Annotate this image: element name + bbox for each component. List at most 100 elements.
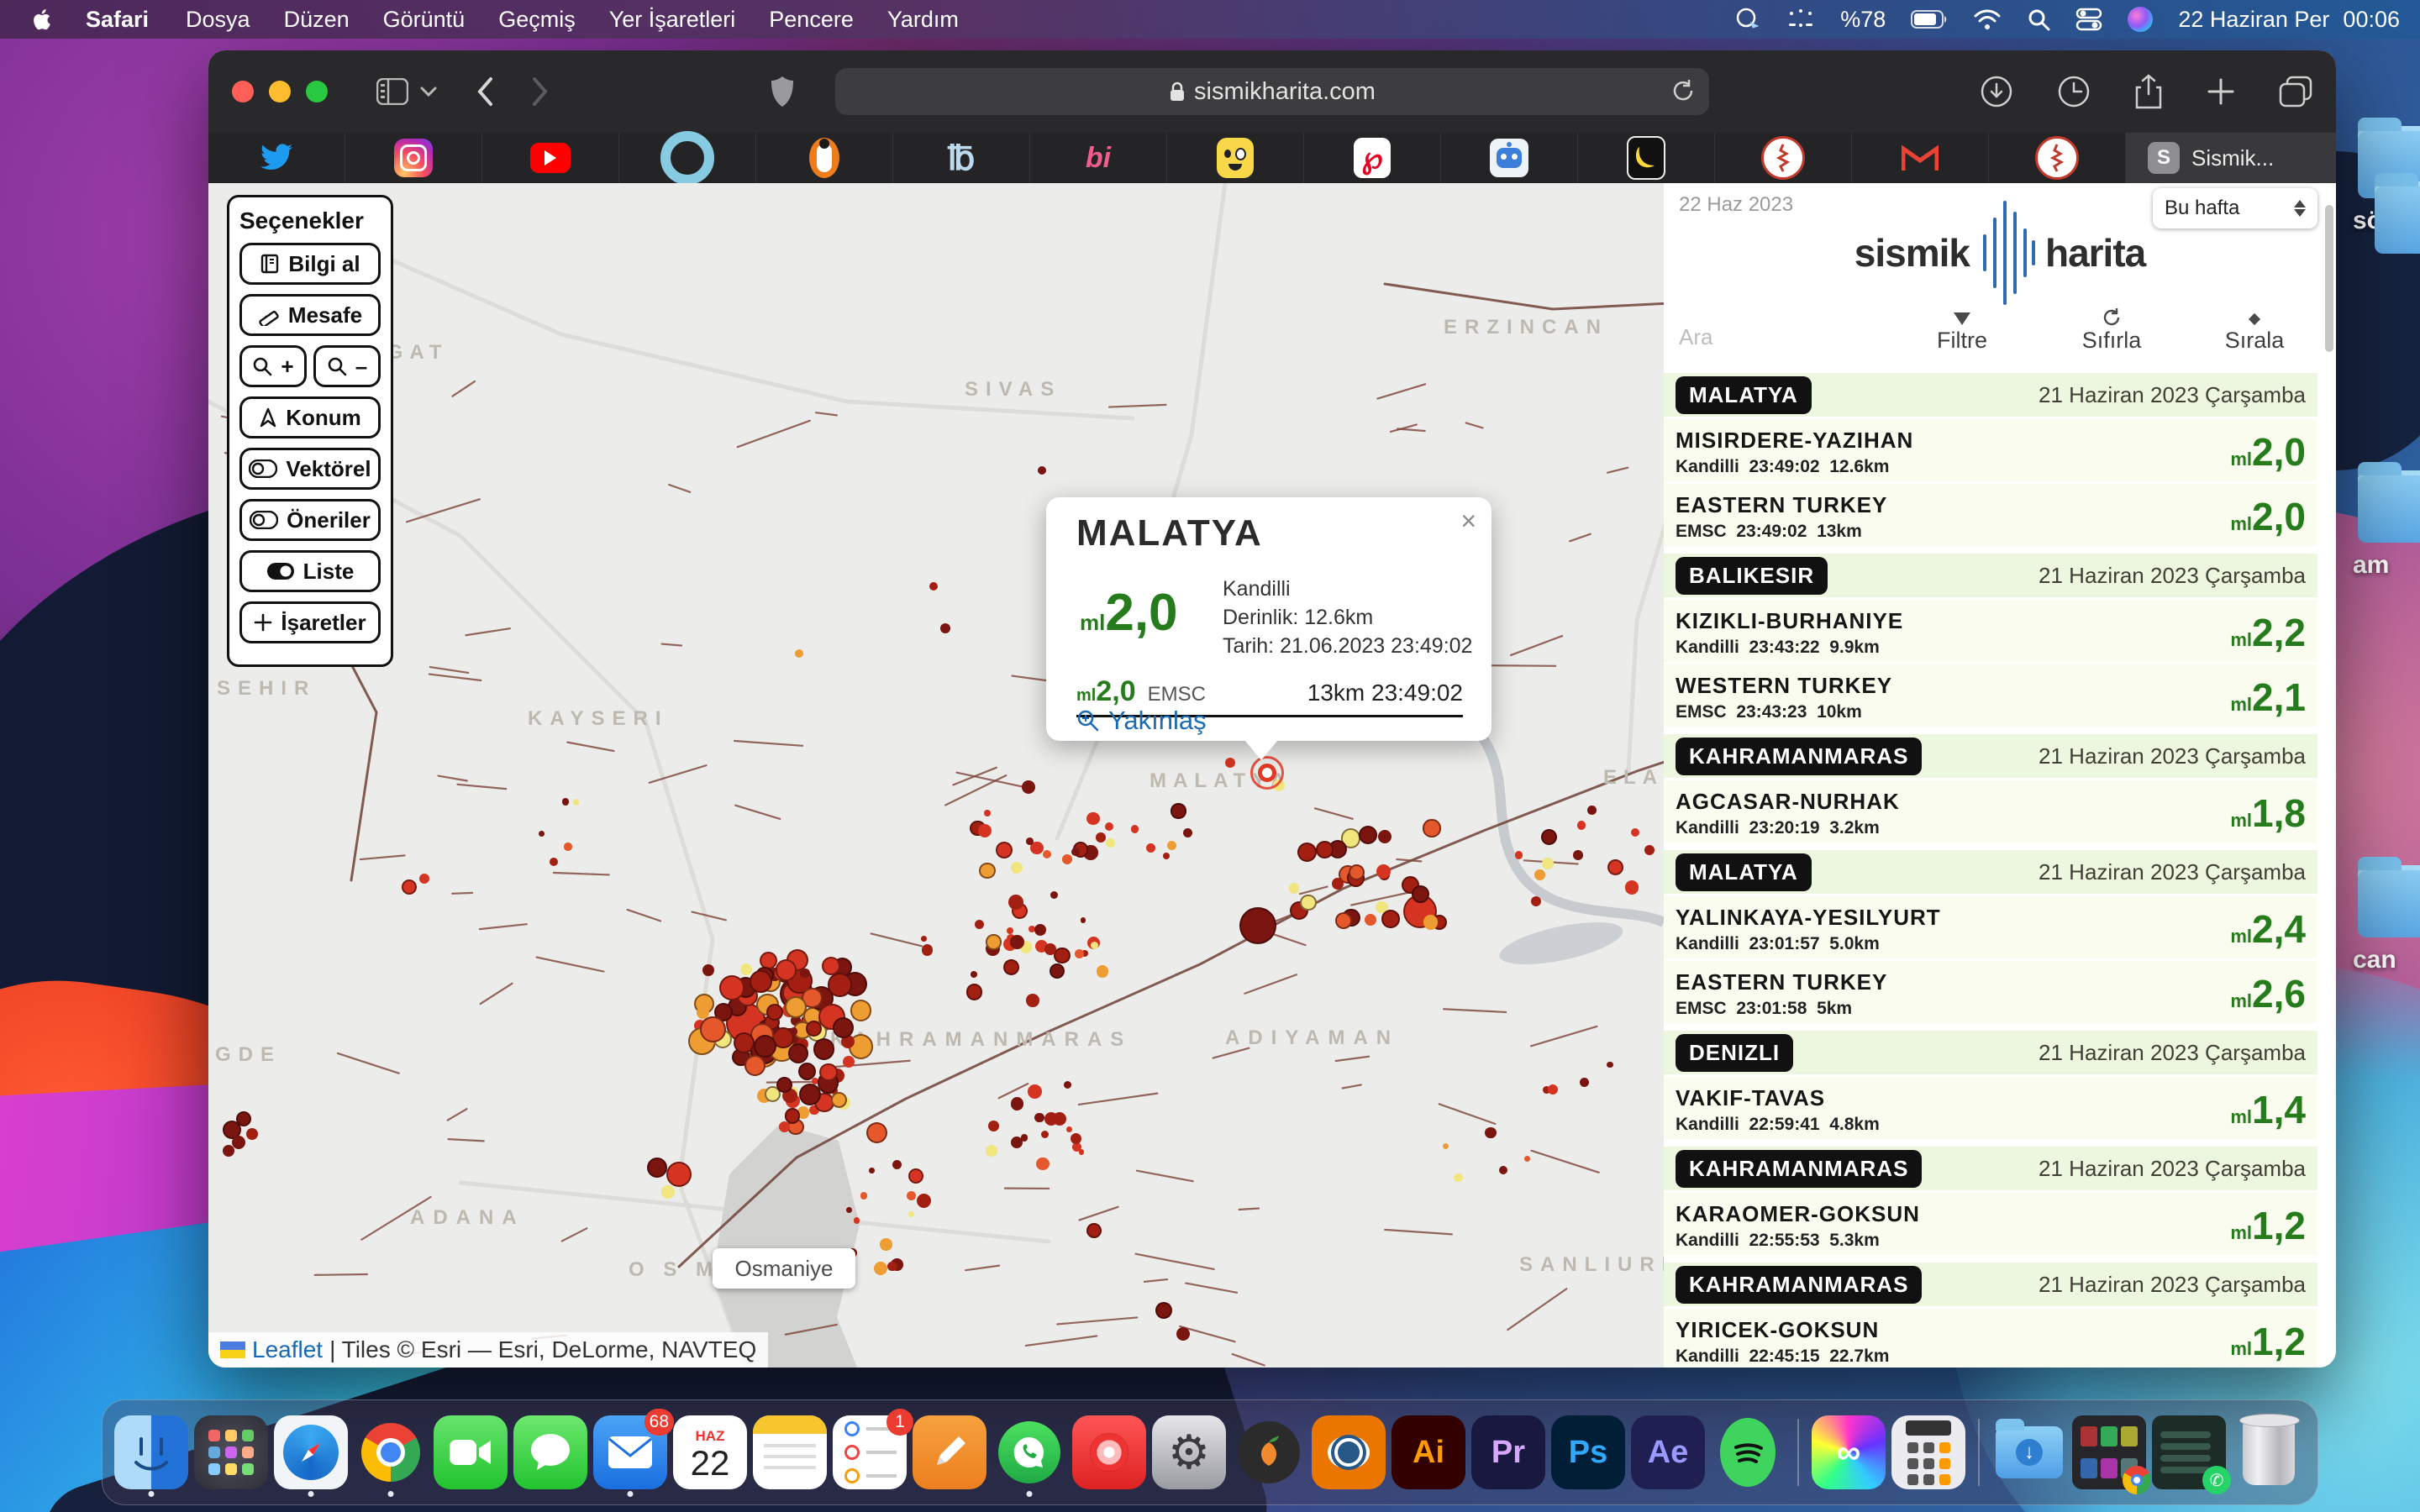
- quake-dot[interactable]: [232, 1136, 245, 1149]
- quake-dot[interactable]: [843, 1056, 855, 1068]
- map-list-button[interactable]: Liste: [239, 550, 381, 592]
- quake-dot[interactable]: [907, 1191, 916, 1200]
- quake-dot[interactable]: [940, 623, 950, 633]
- map-suggestions-button[interactable]: Öneriler: [239, 499, 381, 541]
- menu-time[interactable]: 00:06: [2343, 7, 2400, 33]
- quake-list-item[interactable]: WESTERN TURKEYEMSC 23:43:23 10kmml2,1: [1664, 664, 2317, 727]
- history-icon[interactable]: [2057, 75, 2091, 108]
- menu-düzen[interactable]: Düzen: [267, 7, 366, 32]
- dock-finder-icon[interactable]: [114, 1415, 188, 1489]
- dock-spotify-icon[interactable]: [1711, 1415, 1785, 1489]
- dock-mail-icon[interactable]: 68: [593, 1415, 667, 1489]
- quake-dot[interactable]: [1423, 819, 1440, 837]
- quake-dot[interactable]: [966, 984, 982, 1000]
- quake-dot[interactable]: [1105, 822, 1113, 831]
- quake-dot[interactable]: [1412, 885, 1429, 903]
- quake-dot[interactable]: [1485, 1127, 1497, 1139]
- quake-dot[interactable]: [908, 1211, 914, 1217]
- quake-dot[interactable]: [874, 1262, 887, 1275]
- quake-dot[interactable]: [1376, 864, 1391, 879]
- quake-dot[interactable]: [1026, 837, 1034, 845]
- leaflet-link[interactable]: Leaflet: [252, 1336, 323, 1363]
- map-distance-button[interactable]: Mesafe: [239, 294, 381, 336]
- map-info-button[interactable]: Bilgi al: [239, 243, 381, 285]
- dock-notes-icon[interactable]: [753, 1415, 827, 1489]
- favorite-robot-icon[interactable]: [1441, 133, 1578, 183]
- quake-dot[interactable]: [1316, 841, 1334, 858]
- quake-dot[interactable]: [661, 1185, 675, 1199]
- quake-dot[interactable]: [869, 1168, 874, 1173]
- forward-icon[interactable]: [531, 76, 550, 107]
- favorite-seismograph2-icon[interactable]: [1989, 133, 2126, 183]
- quake-dot[interactable]: [819, 1063, 837, 1081]
- quake-dot[interactable]: [1365, 914, 1376, 926]
- desktop-folder-icon[interactable]: [2358, 470, 2420, 543]
- dock-calendar-icon[interactable]: HAZ22: [673, 1415, 747, 1489]
- tab-overview-icon[interactable]: [2279, 76, 2312, 108]
- quake-dot[interactable]: [1081, 917, 1086, 923]
- zoom-window-button[interactable]: [306, 81, 328, 102]
- quake-dot[interactable]: [719, 975, 744, 1000]
- favorite-bilibili-icon[interactable]: bi: [1030, 133, 1167, 183]
- quake-dot[interactable]: [1079, 1149, 1084, 1154]
- quake-dot[interactable]: [917, 1194, 931, 1208]
- quake-dot[interactable]: [1013, 902, 1018, 908]
- reload-icon[interactable]: [1670, 78, 1696, 110]
- quake-dot[interactable]: [986, 1145, 997, 1157]
- quake-dot[interactable]: [1335, 912, 1352, 929]
- favorite-seismograph-icon[interactable]: [1715, 133, 1852, 183]
- share-icon[interactable]: [2134, 74, 2163, 109]
- favorite-emoji-face-icon[interactable]: [1167, 133, 1304, 183]
- quake-dot[interactable]: [1054, 948, 1070, 963]
- quake-dot[interactable]: [806, 1021, 822, 1037]
- dock-reminders-icon[interactable]: 1: [833, 1415, 907, 1489]
- favorite-banana-icon[interactable]: [1578, 133, 1715, 183]
- quake-dot[interactable]: [1034, 924, 1046, 936]
- wifi-icon[interactable]: [1973, 8, 2002, 30]
- map-markers-button[interactable]: İşaretler: [239, 601, 381, 643]
- quake-dot[interactable]: [1183, 828, 1192, 837]
- menu-yardım[interactable]: Yardım: [871, 7, 976, 32]
- menu-dosya[interactable]: Dosya: [169, 7, 267, 32]
- favorite-twitter-icon[interactable]: [208, 133, 345, 183]
- quake-dot[interactable]: [573, 799, 579, 805]
- quake-dot[interactable]: [828, 973, 851, 996]
- quake-dot[interactable]: [1454, 1173, 1463, 1183]
- map-vector-button[interactable]: Vektörel: [239, 448, 381, 490]
- quake-dot[interactable]: [402, 879, 417, 895]
- zoom-to-quake-link[interactable]: Yakınlaş: [1076, 706, 1207, 736]
- keyboard-brightness-icon[interactable]: [1786, 8, 1815, 30]
- siri-icon[interactable]: [2128, 7, 2153, 32]
- tab-sismikharita[interactable]: S Sismik...: [2126, 133, 2336, 183]
- quake-dot[interactable]: [1044, 943, 1056, 955]
- quake-dot[interactable]: [1577, 821, 1586, 829]
- dock-creative-cloud-icon[interactable]: ∞: [1812, 1415, 1886, 1489]
- favorite-gmail-icon[interactable]: [1852, 133, 1989, 183]
- quake-list-item[interactable]: AGCASAR-NURHAKKandilli 23:20:19 3.2kmml1…: [1664, 780, 2317, 843]
- quake-dot[interactable]: [988, 1121, 999, 1131]
- menu-app-name[interactable]: Safari: [69, 7, 166, 33]
- dock-photobooth-icon[interactable]: [1072, 1415, 1146, 1489]
- quake-dot[interactable]: [1349, 864, 1365, 880]
- quake-dot[interactable]: [1155, 1302, 1172, 1319]
- favorite-pinterest-icon[interactable]: ℘: [1304, 133, 1441, 183]
- dock-flstudio-icon[interactable]: [1232, 1415, 1306, 1489]
- quake-dot[interactable]: [795, 649, 803, 658]
- quake-dot[interactable]: [908, 1168, 923, 1184]
- quake-dot[interactable]: [1038, 466, 1046, 475]
- menu-date[interactable]: 22 Haziran Per: [2178, 7, 2329, 33]
- quake-dot[interactable]: [790, 1027, 797, 1035]
- quake-dot[interactable]: [419, 874, 429, 884]
- close-window-button[interactable]: [232, 81, 254, 102]
- quake-dot[interactable]: [1239, 907, 1276, 944]
- quake-dot[interactable]: [887, 1262, 897, 1272]
- quake-dot[interactable]: [1531, 896, 1541, 906]
- dock-downloads-icon[interactable]: ↓: [1992, 1415, 2066, 1489]
- quake-dot[interactable]: [776, 959, 797, 980]
- quake-dot[interactable]: [1171, 803, 1186, 818]
- quake-dot[interactable]: [1011, 1097, 1023, 1110]
- dock-settings-icon[interactable]: ⚙: [1152, 1415, 1226, 1489]
- quake-dot[interactable]: [1050, 891, 1058, 899]
- quake-dot[interactable]: [986, 934, 1001, 949]
- quake-dot[interactable]: [1542, 858, 1554, 869]
